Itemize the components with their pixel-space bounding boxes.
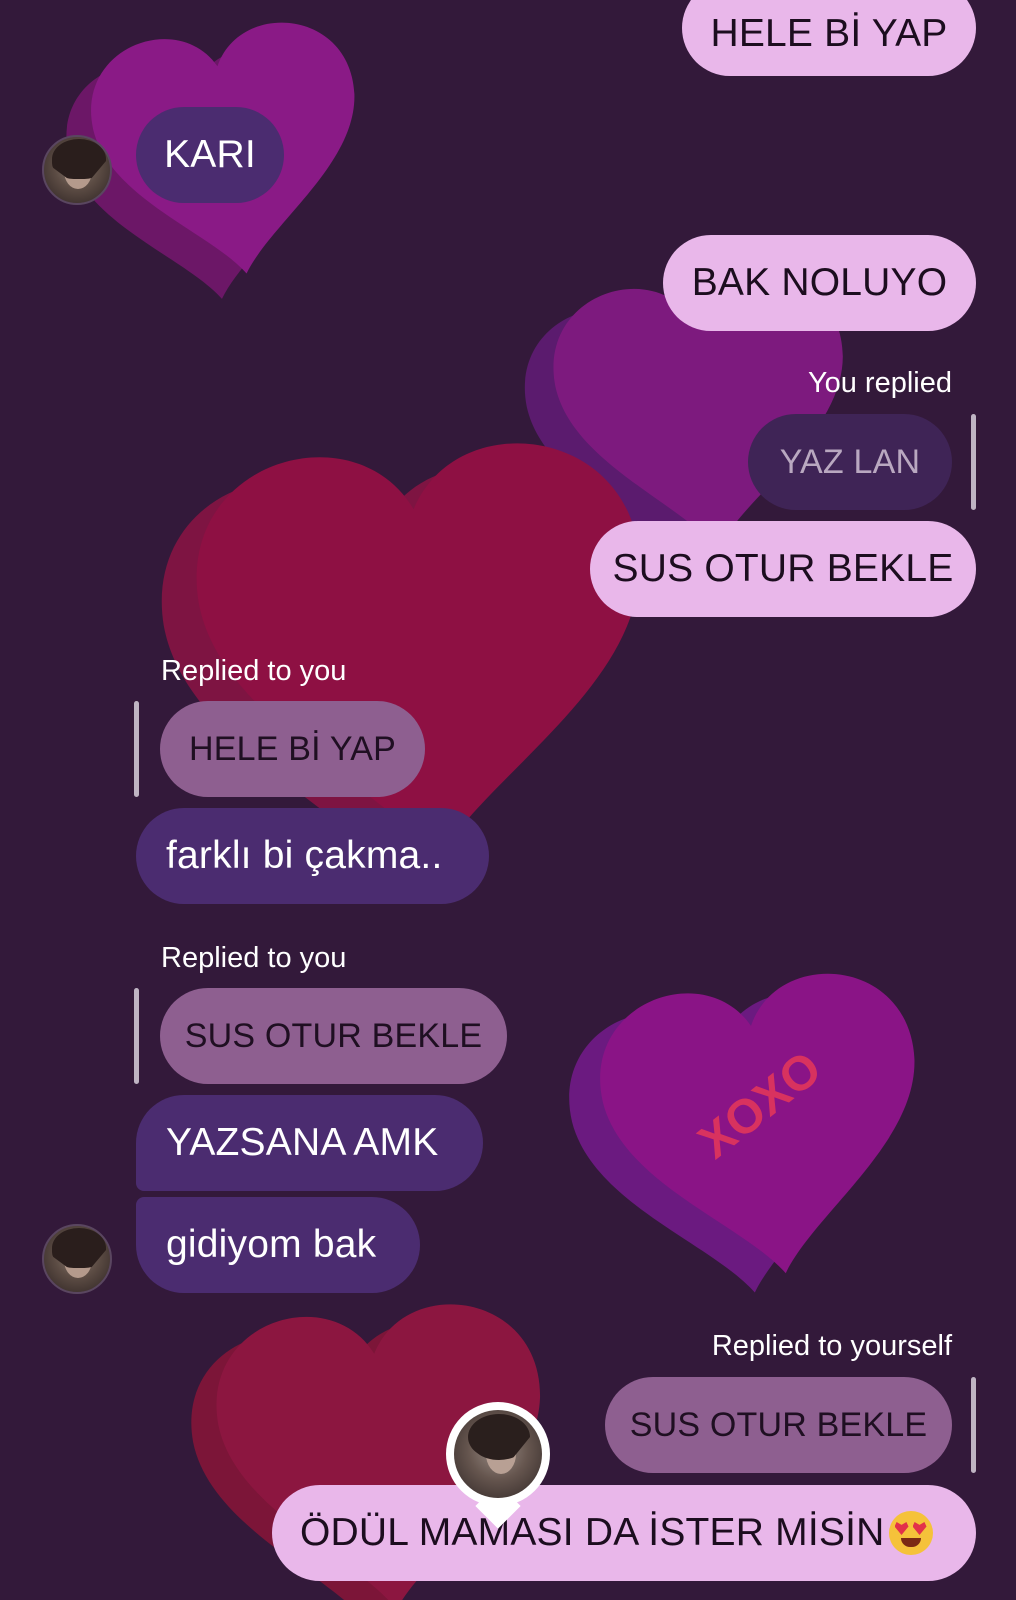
reply-preview[interactable]: YAZ LAN xyxy=(748,414,952,510)
reply-label: You replied xyxy=(807,367,952,399)
message-text: BAK NOLUYO xyxy=(691,261,948,304)
message-text: gidiyom bak xyxy=(166,1223,377,1266)
contact-avatar[interactable] xyxy=(42,1224,112,1294)
incoming-message[interactable]: farklı bi çakma.. xyxy=(136,808,489,904)
incoming-message[interactable]: KARI xyxy=(136,107,284,203)
reply-preview-text: HELE Bİ YAP xyxy=(189,729,396,768)
outgoing-message[interactable]: ÖDÜL MAMASI DA İSTER MİSİN xyxy=(272,1485,976,1581)
outgoing-message[interactable]: BAK NOLUYO xyxy=(663,235,976,331)
message-text: HELE Bİ YAP xyxy=(710,12,948,55)
reply-preview[interactable]: HELE Bİ YAP xyxy=(160,701,425,797)
incoming-message[interactable]: gidiyom bak xyxy=(136,1197,420,1293)
contact-avatar[interactable] xyxy=(42,135,112,205)
reply-indicator-bar xyxy=(134,701,139,797)
reply-indicator-bar xyxy=(971,1377,976,1473)
reply-label: Replied to you xyxy=(161,655,347,687)
outgoing-message[interactable]: SUS OTUR BEKLE xyxy=(590,521,976,617)
reply-label: Replied to you xyxy=(161,942,347,974)
reply-preview-text: YAZ LAN xyxy=(779,442,921,481)
incoming-message[interactable]: YAZSANA AMK xyxy=(136,1095,483,1191)
message-text: farklı bi çakma.. xyxy=(166,834,443,877)
reply-preview[interactable]: SUS OTUR BEKLE xyxy=(605,1377,952,1473)
reply-preview-text: SUS OTUR BEKLE xyxy=(184,1016,483,1055)
reply-label: Replied to yourself xyxy=(711,1330,952,1362)
outgoing-message[interactable]: HELE Bİ YAP xyxy=(682,0,976,76)
message-text: ÖDÜL MAMASI DA İSTER MİSİN xyxy=(300,1511,885,1554)
reply-indicator-bar xyxy=(971,414,976,510)
reply-preview[interactable]: SUS OTUR BEKLE xyxy=(160,988,507,1084)
reply-preview-text: SUS OTUR BEKLE xyxy=(629,1405,928,1444)
seen-avatar-pin[interactable] xyxy=(446,1402,550,1529)
message-text: YAZSANA AMK xyxy=(166,1121,439,1164)
heart-eyes-emoji xyxy=(888,1511,933,1555)
message-text: KARI xyxy=(164,133,256,176)
heart-xoxo-decor: XOXO xyxy=(558,962,942,1315)
reply-indicator-bar xyxy=(134,988,139,1084)
chat-thread: XOXO HELE Bİ YAP KARI BAK NOLUYO You rep… xyxy=(0,0,1016,1600)
message-text: SUS OTUR BEKLE xyxy=(612,547,954,590)
